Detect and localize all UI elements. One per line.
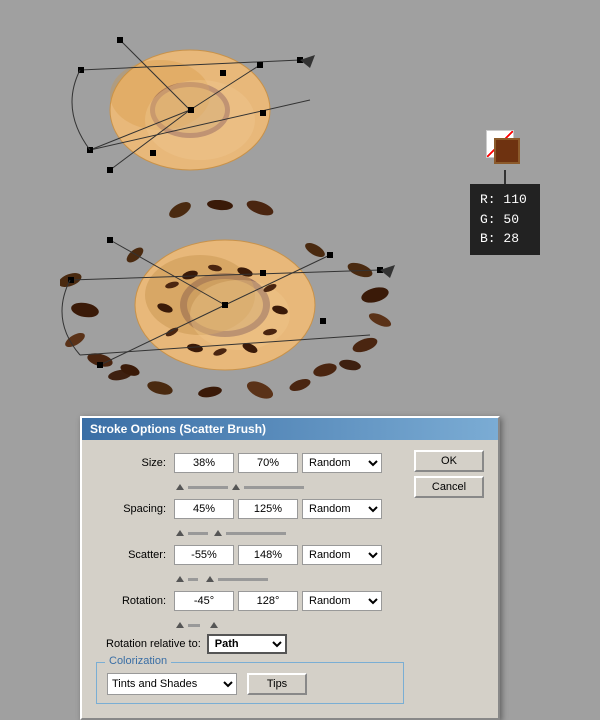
dialog-title: Stroke Options (Scatter Brush): [82, 418, 498, 440]
ok-button[interactable]: OK: [414, 450, 484, 472]
colorization-method-select[interactable]: Tints and Shades None Tints Hue Shift: [107, 673, 237, 695]
main-controls: Size: Random Spacing:: [96, 450, 404, 704]
colorization-row: Tints and Shades None Tints Hue Shift Ti…: [107, 673, 393, 695]
rotation-slider-row: [96, 620, 404, 630]
scatter-tri-2: [206, 576, 214, 582]
color-info-box: R: 110 G: 50 B: 28: [470, 184, 540, 255]
colorization-legend: Colorization: [105, 655, 171, 667]
button-group: OK Cancel: [414, 450, 484, 502]
canvas-area: R: 110 G: 50 B: 28: [0, 0, 600, 400]
rotation-relative-select[interactable]: Path Page: [207, 634, 287, 654]
rotation-tri-2: [210, 622, 218, 628]
size-tri-1: [176, 484, 184, 490]
bagel-top-illustration: [60, 10, 280, 180]
rotation-relative-label: Rotation relative to:: [106, 638, 201, 650]
scatter-method-select[interactable]: Random: [302, 545, 382, 565]
color-g: G: 50: [480, 210, 530, 230]
scatter-input-1[interactable]: [174, 545, 234, 565]
scatter-tri-1: [176, 576, 184, 582]
color-swatch: [486, 130, 524, 168]
rotation-input-2[interactable]: [238, 591, 298, 611]
rotation-row: Rotation: Random: [96, 588, 404, 614]
scatter-slider-row: [96, 574, 404, 584]
scatter-row: Scatter: Random: [96, 542, 404, 568]
size-input-2[interactable]: [238, 453, 298, 473]
rotation-relative-row: Rotation relative to: Path Page: [96, 634, 404, 654]
swatch-foreground: [494, 138, 520, 164]
bagel-bottom-illustration: [60, 200, 360, 380]
spacing-label: Spacing:: [96, 503, 166, 515]
colorization-group: Colorization Tints and Shades None Tints…: [96, 662, 404, 704]
size-row: Size: Random: [96, 450, 404, 476]
dialog-body: Size: Random Spacing:: [82, 440, 498, 718]
tooltip-connector: [504, 170, 506, 184]
stroke-options-dialog: Stroke Options (Scatter Brush) Size: Ran…: [80, 416, 500, 720]
rotation-method-select[interactable]: Random: [302, 591, 382, 611]
spacing-input-2[interactable]: [238, 499, 298, 519]
spacing-row: Spacing: Random: [96, 496, 404, 522]
size-slider-row: [96, 482, 404, 492]
scatter-label: Scatter:: [96, 549, 166, 561]
cancel-button[interactable]: Cancel: [414, 476, 484, 498]
rotation-input-1[interactable]: [174, 591, 234, 611]
spacing-tri-1: [176, 530, 184, 536]
size-tri-2: [232, 484, 240, 490]
color-b: B: 28: [480, 229, 530, 249]
spacing-slider-row: [96, 528, 404, 538]
size-label: Size:: [96, 457, 166, 469]
scatter-input-2[interactable]: [238, 545, 298, 565]
color-r: R: 110: [480, 190, 530, 210]
spacing-input-1[interactable]: [174, 499, 234, 519]
spacing-tri-2: [214, 530, 222, 536]
rotation-tri-1: [176, 622, 184, 628]
size-method-select[interactable]: Random: [302, 453, 382, 473]
color-tooltip: R: 110 G: 50 B: 28: [470, 130, 540, 255]
rotation-label: Rotation:: [96, 595, 166, 607]
tips-button[interactable]: Tips: [247, 673, 307, 695]
size-input-1[interactable]: [174, 453, 234, 473]
spacing-method-select[interactable]: Random: [302, 499, 382, 519]
